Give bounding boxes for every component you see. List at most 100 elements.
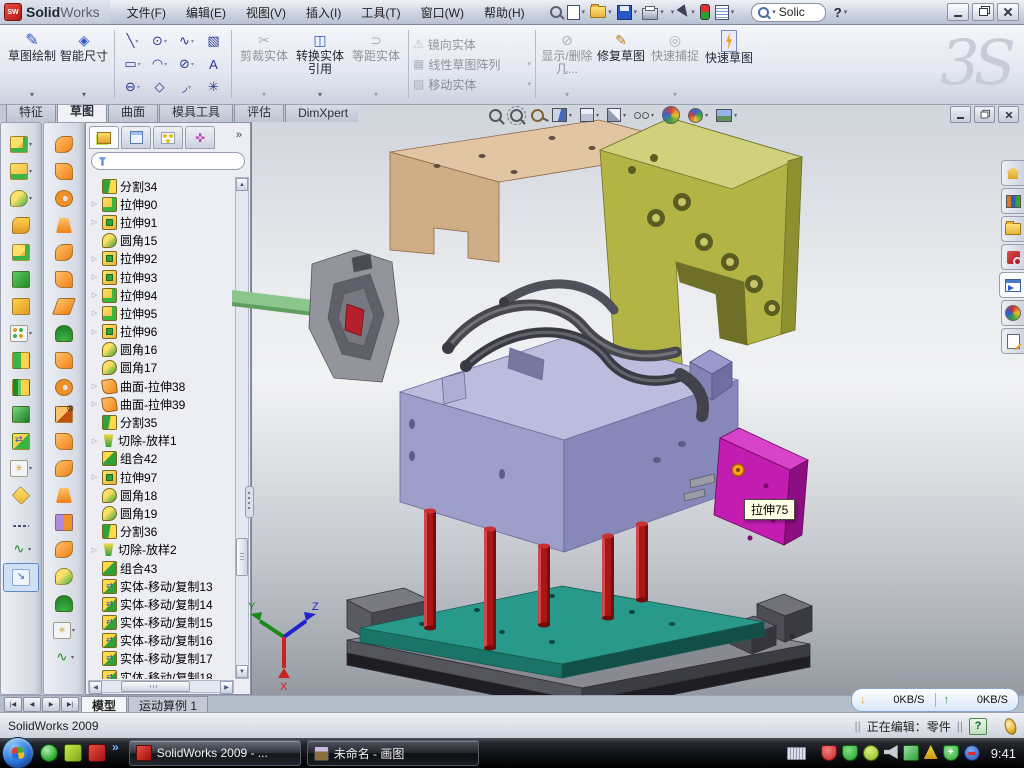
taskbar-clock[interactable]: 9:41 [991, 746, 1016, 761]
sketch-button[interactable]: 草图绘制 [6, 26, 58, 102]
start-button[interactable] [2, 737, 34, 768]
tree-item[interactable]: 拉伸91 [88, 213, 234, 231]
expand-icon[interactable] [90, 546, 99, 554]
expand-icon[interactable] [90, 273, 99, 281]
circle-tool[interactable]: ⊙ [146, 30, 173, 53]
freeform-icon[interactable] [47, 320, 81, 347]
hide-show-items-button[interactable] [632, 105, 656, 125]
expand-icon[interactable] [90, 309, 99, 317]
quick-tips-button[interactable]: ? [969, 718, 987, 735]
extruded-cut-icon[interactable] [4, 158, 38, 185]
messenger-icon[interactable] [40, 744, 58, 762]
last-page-button[interactable]: ▶| [61, 697, 79, 712]
expand-icon[interactable] [90, 382, 99, 390]
taskbar-task-button[interactable]: SolidWorks 2009 - ... [129, 740, 301, 766]
custom-properties-tab[interactable] [1001, 328, 1024, 354]
knit-surface-icon[interactable] [47, 536, 81, 563]
model-gray-clamp[interactable] [309, 250, 399, 382]
keyboard-layout-icon[interactable] [787, 747, 806, 760]
scroll-thumb[interactable] [236, 538, 248, 576]
model-cavity-block[interactable] [400, 334, 738, 552]
antivirus-icon[interactable] [821, 745, 837, 761]
extruded-boss-icon[interactable] [4, 131, 38, 158]
solidworks-search-tab[interactable] [1001, 244, 1024, 270]
expand-icon[interactable] [90, 437, 99, 445]
zoom-to-area-button[interactable] [508, 105, 525, 125]
fillet-icon[interactable] [4, 185, 38, 212]
quick-launch-overflow-icon[interactable]: » [112, 738, 119, 754]
propertymanager-tab[interactable] [121, 126, 151, 149]
doc-close-button[interactable] [998, 106, 1019, 123]
tree-item[interactable]: 切除-放样1 [88, 432, 234, 450]
appearances-tab[interactable] [1001, 300, 1024, 326]
thicken-icon[interactable] [47, 347, 81, 374]
shield-plus-icon[interactable] [943, 745, 959, 761]
pin-icon[interactable] [548, 2, 564, 22]
edit-appearance-button[interactable] [660, 105, 682, 125]
tree-item[interactable]: 切除-放样2 [88, 541, 234, 559]
model-magenta-block[interactable] [714, 428, 808, 545]
panel-overflow-button[interactable]: » [232, 129, 246, 143]
options-button[interactable] [713, 2, 737, 22]
surface-extend-icon[interactable] [47, 185, 81, 212]
swept-boss-icon[interactable] [4, 212, 38, 239]
smart-dimension-button[interactable]: 智能尺寸 [58, 26, 110, 102]
tree-item[interactable]: 拉伸95 [88, 304, 234, 322]
combine-icon[interactable] [4, 401, 38, 428]
revolved-boss-icon[interactable] [4, 239, 38, 266]
resources-tab[interactable] [1001, 160, 1024, 186]
expand-icon[interactable] [90, 200, 99, 208]
zoom-to-fit-button[interactable] [487, 105, 504, 125]
menu-item[interactable]: 视图(V) [237, 1, 295, 24]
menu-item[interactable]: 帮助(H) [475, 1, 534, 24]
solidworks-launcher-icon[interactable] [88, 744, 106, 762]
quick-snaps-button[interactable]: 快速捕捉 [648, 26, 702, 102]
mirror-entities-button[interactable]: 镜向实体 [413, 35, 531, 53]
scroll-left-icon[interactable]: ◀ [89, 681, 102, 694]
featuremanager-tab[interactable] [89, 126, 119, 149]
tree-item[interactable]: 实体-移动/复制16 [88, 632, 234, 650]
graphics-area[interactable]: Y Z X 拉伸75 [251, 122, 1024, 695]
apply-scene-button[interactable] [686, 105, 710, 125]
slot-tool[interactable]: ⊖ [119, 76, 146, 99]
scroll-up-icon[interactable]: ▲ [236, 178, 248, 191]
overflow-button[interactable] [737, 2, 741, 22]
expand-icon[interactable] [90, 400, 99, 408]
document-tab[interactable]: 运动算例 1 [128, 696, 208, 713]
dimxpertmanager-tab[interactable] [185, 126, 215, 149]
search-input[interactable] [779, 5, 819, 19]
new-document-button[interactable] [565, 2, 588, 22]
print-button[interactable] [640, 2, 666, 22]
surface-sweep-icon[interactable] [47, 131, 81, 158]
convert-entities-button[interactable]: 转换实体引用 [292, 26, 348, 102]
tree-item[interactable]: 分割36 [88, 523, 234, 541]
move-copy-body-icon[interactable] [4, 428, 38, 455]
filter-box[interactable] [91, 152, 245, 170]
tree-item[interactable]: 圆角19 [88, 504, 234, 522]
taskbar-task-button[interactable]: 未命名 - 画图 [307, 740, 479, 766]
alert-icon[interactable] [924, 745, 938, 759]
rectangle-tool[interactable]: ▭ [119, 53, 146, 76]
open-button[interactable] [588, 2, 614, 22]
tree-item[interactable]: 拉伸94 [88, 286, 234, 304]
expand-icon[interactable] [90, 328, 99, 336]
tree-item[interactable]: 组合43 [88, 559, 234, 577]
tree-item[interactable]: 圆角18 [88, 486, 234, 504]
planar-surface-icon[interactable] [47, 293, 81, 320]
axis-icon[interactable] [4, 509, 38, 536]
spline-tool[interactable]: ∿ [173, 30, 200, 53]
display-style-button[interactable] [605, 105, 628, 125]
replace-face-icon[interactable] [47, 428, 81, 455]
undo-button[interactable] [667, 2, 677, 22]
help-dropdown-icon[interactable]: ▾ [844, 8, 848, 16]
tree-item[interactable]: 拉伸93 [88, 268, 234, 286]
first-page-button[interactable]: |◀ [4, 697, 22, 712]
ellipse-tool[interactable]: ⊘ [173, 53, 200, 76]
move-entities-button[interactable]: 移动实体 [413, 75, 531, 93]
search-box[interactable]: ▾ [751, 3, 826, 22]
scroll-down-icon[interactable]: ▼ [236, 665, 248, 678]
sketch-text-tool[interactable]: A [200, 53, 227, 76]
next-page-button[interactable]: ▶ [42, 697, 60, 712]
trim-entities-button[interactable]: 剪裁实体 [236, 26, 292, 102]
mirror-feature-icon[interactable] [4, 347, 38, 374]
